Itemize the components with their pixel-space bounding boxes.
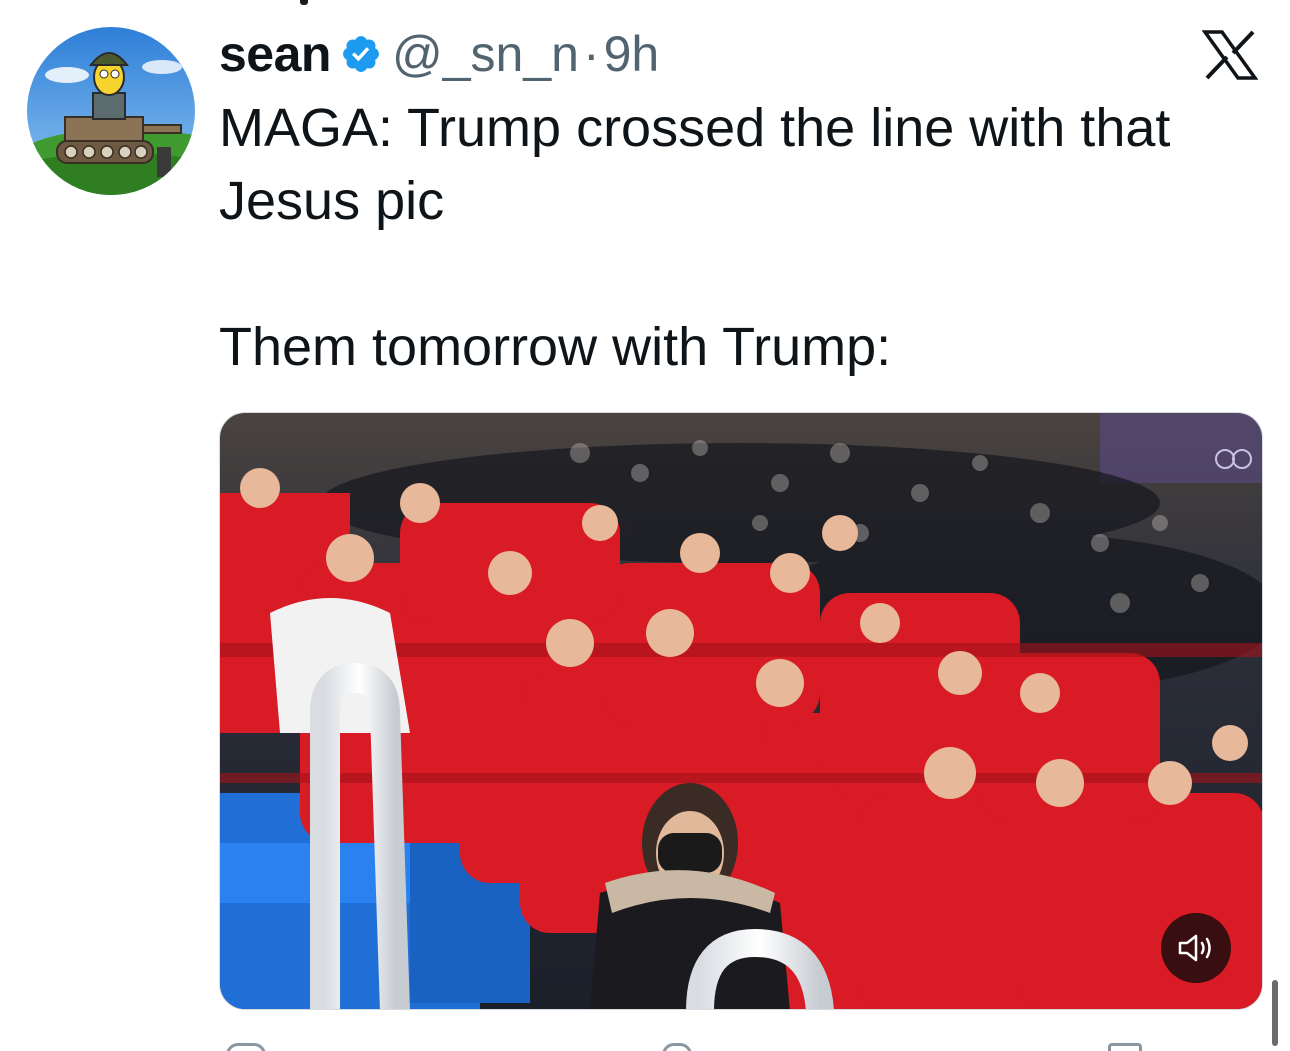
user-handle[interactable]: @_sn_n — [392, 25, 579, 83]
x-logo-icon — [1201, 30, 1259, 80]
verified-badge-icon — [340, 33, 382, 75]
tweet-screen: sean @_sn_n · 9h MAGA: Trump crossed the… — [0, 0, 1290, 1051]
display-name[interactable]: sean — [219, 25, 331, 83]
timestamp[interactable]: 9h — [604, 25, 660, 83]
bookmark-icon[interactable] — [1108, 1043, 1142, 1051]
avatar[interactable] — [27, 27, 195, 195]
previous-post-edge — [300, 0, 308, 5]
speaker-icon — [1178, 934, 1211, 962]
video-player[interactable] — [219, 412, 1263, 1010]
sound-toggle-button[interactable] — [1161, 913, 1231, 983]
tweet-text: MAGA: Trump crossed the line with that J… — [219, 92, 1269, 384]
reply-icon[interactable] — [226, 1043, 266, 1051]
tweet-header: sean @_sn_n · 9h — [219, 22, 659, 86]
repost-icon[interactable] — [662, 1043, 692, 1051]
tweet-text-line: Them tomorrow with Trump: — [219, 317, 892, 377]
tweet-text-line: Jesus pic — [219, 171, 445, 231]
scrollbar[interactable] — [1272, 980, 1278, 1046]
tweet-text-line: MAGA: Trump crossed the line with that — [219, 98, 1171, 158]
separator-dot: · — [582, 26, 600, 82]
